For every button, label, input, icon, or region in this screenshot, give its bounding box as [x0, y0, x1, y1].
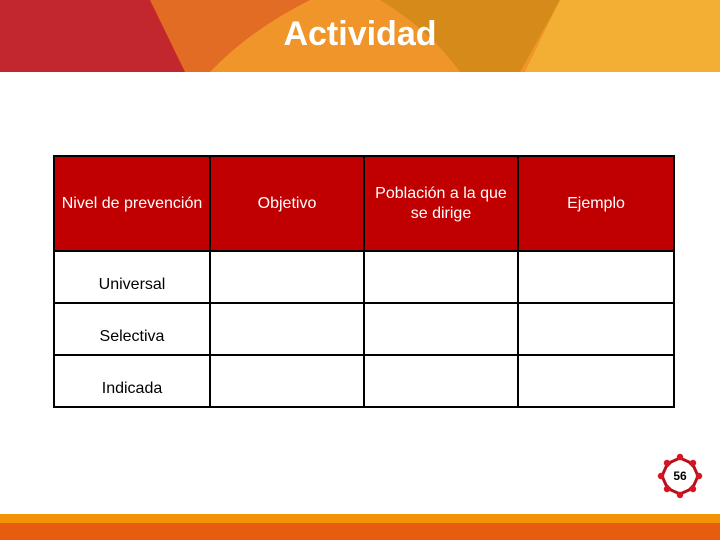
header-objetivo: Objetivo	[209, 155, 365, 252]
cell-ejemplo[interactable]	[517, 302, 675, 356]
table-row: Indicada	[53, 354, 675, 408]
footer-stripe-light	[0, 514, 720, 523]
header-ejemplo: Ejemplo	[517, 155, 675, 252]
cell-level[interactable]: Universal	[53, 250, 211, 304]
cell-ejemplo[interactable]	[517, 250, 675, 304]
cell-poblacion[interactable]	[363, 302, 519, 356]
header-poblacion: Población a la que se dirige	[363, 155, 519, 252]
cell-level[interactable]: Indicada	[53, 354, 211, 408]
cell-objetivo[interactable]	[209, 354, 365, 408]
table-header-row: Nivel de prevención Objetivo Población a…	[53, 155, 675, 252]
page-title: Actividad	[283, 15, 437, 53]
cell-objetivo[interactable]	[209, 302, 365, 356]
cell-level[interactable]: Selectiva	[53, 302, 211, 356]
table-row: Selectiva	[53, 302, 675, 356]
cell-poblacion[interactable]	[363, 354, 519, 408]
cell-ejemplo[interactable]	[517, 354, 675, 408]
table-row: Universal	[53, 250, 675, 304]
header-nivel: Nivel de prevención	[53, 155, 211, 252]
page-number: 56	[673, 469, 687, 483]
footer-stripe-dark	[0, 523, 720, 540]
title-banner: Actividad	[0, 0, 720, 72]
activity-table: Nivel de prevención Objetivo Población a…	[53, 155, 675, 408]
cell-objetivo[interactable]	[209, 250, 365, 304]
cell-poblacion[interactable]	[363, 250, 519, 304]
